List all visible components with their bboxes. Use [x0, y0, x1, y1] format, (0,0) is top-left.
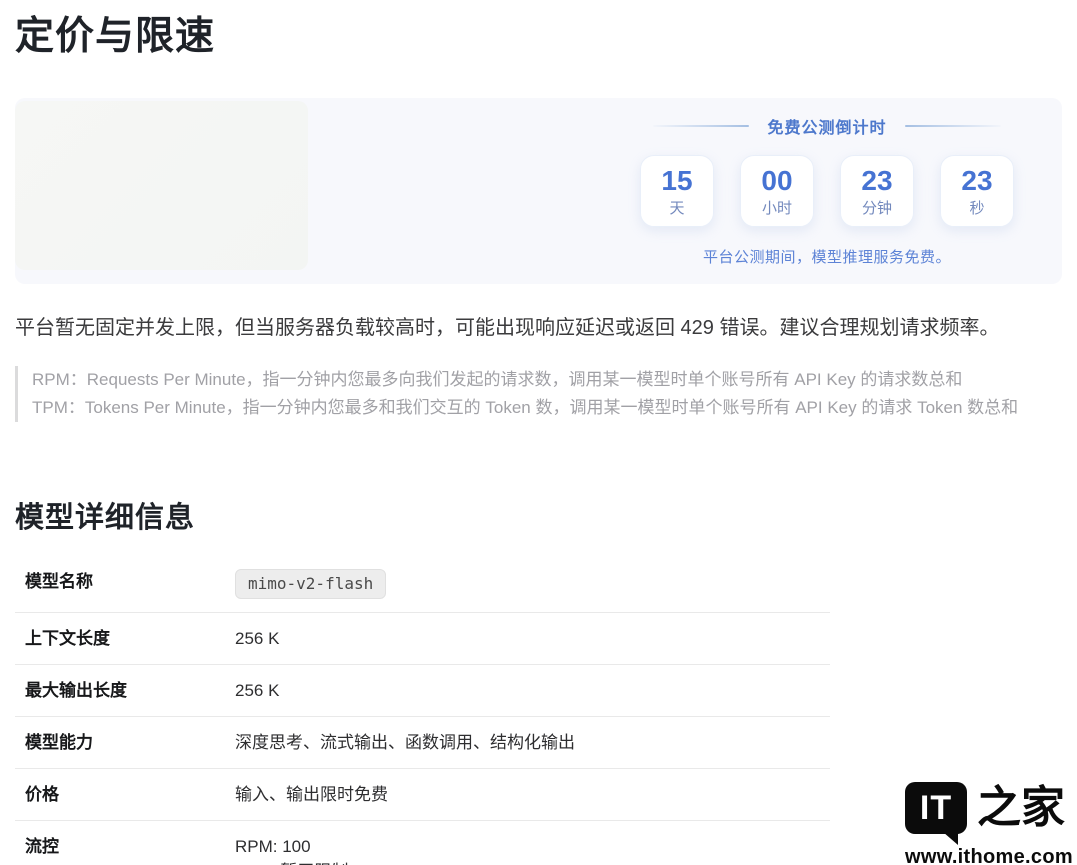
speech-bubble-tail	[943, 832, 958, 845]
row-label: 价格	[25, 782, 235, 807]
table-row: 上下文长度 256 K	[15, 613, 830, 665]
ithome-speech-bubble-icon: IT	[905, 782, 967, 834]
table-row: 流控 RPM: 100 TPM: 暂无限制	[15, 821, 830, 865]
model-name-code: mimo-v2-flash	[235, 569, 386, 599]
countdown-unit: 天	[669, 201, 684, 216]
table-row: 模型能力 深度思考、流式输出、函数调用、结构化输出	[15, 717, 830, 769]
countdown-title-row: 免费公测倒计时	[653, 114, 1000, 138]
countdown-value: 23	[961, 167, 992, 195]
row-label: 最大输出长度	[25, 678, 235, 703]
rpm-limit: RPM: 100	[235, 834, 348, 859]
row-label: 模型能力	[25, 730, 235, 755]
ithome-watermark: IT 之家 www.ithome.com	[905, 782, 1065, 865]
countdown-value: 00	[761, 167, 792, 195]
row-value: 输入、输出限时免费	[235, 782, 388, 807]
row-value: 256 K	[235, 678, 279, 703]
tpm-definition: TPM：Tokens Per Minute，指一分钟内您最多和我们交互的 Tok…	[32, 394, 1062, 422]
banner-illustration-placeholder	[15, 101, 308, 270]
countdown-unit: 分钟	[862, 201, 892, 216]
countdown-value: 23	[861, 167, 892, 195]
countdown-card-hours: 00 小时	[740, 155, 814, 227]
countdown-panel: 免费公测倒计时 15 天 00 小时 23 分钟 23 秒	[612, 98, 1042, 284]
model-details-title: 模型详细信息	[15, 494, 1062, 536]
row-value: RPM: 100 TPM: 暂无限制	[235, 834, 348, 865]
row-value: mimo-v2-flash	[235, 569, 386, 599]
countdown-unit: 小时	[762, 201, 792, 216]
table-row: 模型名称 mimo-v2-flash	[15, 556, 830, 613]
rpm-definition: RPM：Requests Per Minute，指一分钟内您最多向我们发起的请求…	[32, 366, 1062, 394]
definitions-blockquote: RPM：Requests Per Minute，指一分钟内您最多向我们发起的请求…	[15, 366, 1062, 422]
row-value: 深度思考、流式输出、函数调用、结构化输出	[235, 730, 575, 755]
ithome-logo: IT 之家	[905, 782, 1065, 834]
ithome-logo-zhijia: 之家	[977, 786, 1065, 830]
table-row: 最大输出长度 256 K	[15, 665, 830, 717]
page-title: 定价与限速	[15, 16, 1062, 59]
tpm-limit: TPM: 暂无限制	[235, 859, 348, 865]
countdown-unit: 秒	[969, 201, 984, 216]
model-details-table: 模型名称 mimo-v2-flash 上下文长度 256 K 最大输出长度 25…	[15, 556, 830, 865]
intro-paragraph: 平台暂无固定并发上限，但当服务器负载较高时，可能出现响应延迟或返回 429 错误…	[15, 315, 1062, 342]
divider-line-left	[653, 125, 749, 127]
divider-line-right	[905, 125, 1001, 127]
content-page: 定价与限速 免费公测倒计时 15 天 00 小时 23 分钟	[0, 16, 1077, 865]
countdown-card-minutes: 23 分钟	[840, 155, 914, 227]
row-label: 上下文长度	[25, 626, 235, 651]
ithome-url: www.ithome.com	[905, 846, 1065, 865]
ithome-logo-it: IT	[920, 789, 952, 828]
promo-banner: 免费公测倒计时 15 天 00 小时 23 分钟 23 秒	[15, 98, 1062, 284]
row-label: 流控	[25, 834, 235, 859]
countdown-note: 平台公测期间，模型推理服务免费。	[703, 246, 951, 267]
countdown-card-seconds: 23 秒	[940, 155, 1014, 227]
countdown-title: 免费公测倒计时	[767, 114, 886, 138]
countdown-value: 15	[661, 167, 692, 195]
countdown-cards: 15 天 00 小时 23 分钟 23 秒	[640, 155, 1014, 227]
table-row: 价格 输入、输出限时免费	[15, 769, 830, 821]
row-label: 模型名称	[25, 569, 235, 594]
countdown-card-days: 15 天	[640, 155, 714, 227]
row-value: 256 K	[235, 626, 279, 651]
